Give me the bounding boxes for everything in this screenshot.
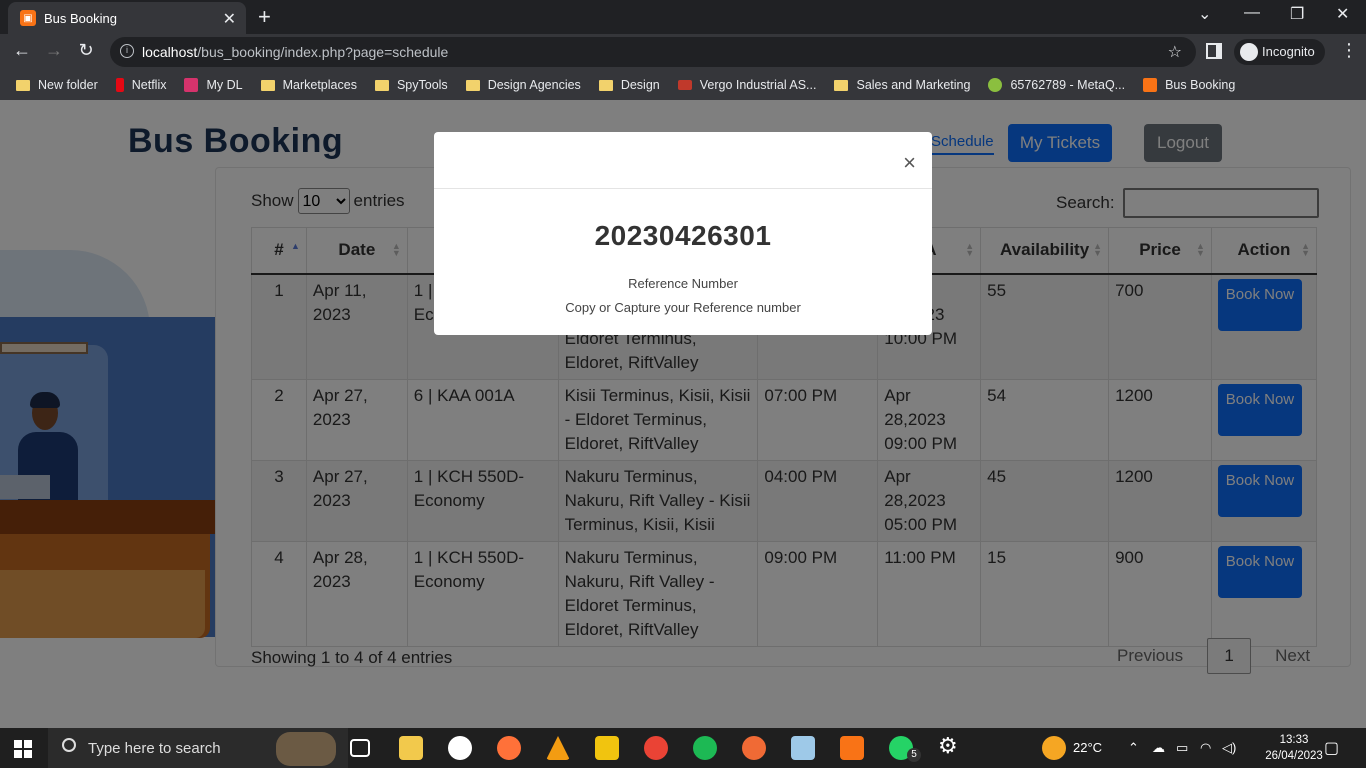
- taskbar-search-placeholder: Type here to search: [88, 739, 221, 757]
- vlc-icon[interactable]: [546, 736, 570, 760]
- incognito-icon: [1240, 43, 1258, 61]
- modal-divider: [434, 188, 932, 189]
- my-dl-icon: [184, 78, 199, 92]
- browser-toolbar: ← → ↻ i localhost/bus_booking/index.php?…: [0, 34, 1366, 70]
- chrome-icon[interactable]: [644, 736, 668, 760]
- bookmark-my-dl[interactable]: My DL: [184, 78, 243, 92]
- netflix-icon: [115, 78, 124, 92]
- media-player-icon[interactable]: [448, 736, 472, 760]
- address-bar[interactable]: i localhost/bus_booking/index.php?page=s…: [110, 37, 1196, 67]
- whatsapp-badge: 5: [907, 748, 921, 762]
- volume-icon[interactable]: ◁): [1222, 740, 1236, 756]
- bookmark-sales-marketing[interactable]: Sales and Marketing: [834, 78, 970, 92]
- clock-date: 26/04/2023: [1265, 750, 1323, 762]
- browser-tab-bar: ▣ Bus Booking ✕ + ⌄ — ❐ ✕: [0, 0, 1366, 34]
- folder-icon: [598, 79, 613, 91]
- folder-icon: [260, 79, 275, 91]
- folder-icon: [16, 79, 30, 91]
- reload-icon[interactable]: ↻: [74, 40, 98, 61]
- task-view-icon[interactable]: [350, 739, 370, 757]
- xampp-icon: [1143, 78, 1158, 92]
- bookmark-bus-booking[interactable]: Bus Booking: [1143, 78, 1235, 92]
- url-path: /bus_booking/index.php?page=schedule: [197, 44, 449, 60]
- tab-search-icon[interactable]: ⌄: [1198, 4, 1211, 24]
- url-host: localhost: [142, 44, 198, 60]
- windows-taskbar: Type here to search 5 ⚙ 22°C ⌃ ☁ ▭ ◠ ◁) …: [0, 728, 1366, 768]
- origin-icon[interactable]: [742, 736, 766, 760]
- back-icon[interactable]: ←: [10, 40, 34, 61]
- restore-icon[interactable]: ❐: [1290, 4, 1304, 24]
- close-icon[interactable]: ×: [903, 150, 916, 176]
- page-content: Bus Booking Schedule My Tickets Logout S…: [0, 100, 1366, 728]
- bookmark-vergo[interactable]: Vergo Industrial AS...: [677, 78, 816, 92]
- xampp-icon: ▣: [20, 10, 36, 26]
- bookmark-marketplaces[interactable]: Marketplaces: [260, 78, 357, 92]
- notepad-icon[interactable]: [791, 736, 815, 760]
- minimize-icon[interactable]: —: [1244, 4, 1260, 22]
- incognito-label: Incognito: [1262, 44, 1315, 59]
- chevron-up-icon[interactable]: ⌃: [1128, 740, 1139, 756]
- onedrive-icon[interactable]: ☁: [1152, 740, 1165, 756]
- search-icon: [62, 738, 76, 752]
- menu-icon[interactable]: ⋮: [1340, 40, 1358, 61]
- notifications-icon[interactable]: ▢: [1324, 738, 1339, 758]
- folder-icon: [374, 79, 389, 91]
- bookmark-star-icon[interactable]: ☆: [1168, 42, 1182, 62]
- close-window-icon[interactable]: ✕: [1336, 4, 1349, 24]
- site-info-icon[interactable]: i: [120, 44, 134, 58]
- reference-help-text: Copy or Capture your Reference number: [565, 300, 801, 315]
- bookmark-new-folder[interactable]: New folder: [16, 78, 98, 92]
- incognito-indicator[interactable]: Incognito: [1234, 39, 1325, 65]
- metaq-icon: [988, 78, 1003, 92]
- reference-modal: × 20230426301 Reference Number Copy or C…: [434, 132, 932, 335]
- folder-icon: [834, 79, 849, 91]
- snip-tool-icon[interactable]: [595, 736, 619, 760]
- settings-icon[interactable]: ⚙: [938, 733, 962, 758]
- bookmarks-bar: New folder Netflix My DL Marketplaces Sp…: [0, 70, 1366, 100]
- reference-label: Reference Number: [628, 276, 738, 291]
- weather-icon[interactable]: [1042, 736, 1066, 760]
- bookmark-design[interactable]: Design: [598, 78, 660, 92]
- bookmark-design-agencies[interactable]: Design Agencies: [465, 78, 581, 92]
- bookmark-metaq[interactable]: 65762789 - MetaQ...: [988, 78, 1125, 92]
- new-tab-icon[interactable]: +: [258, 4, 271, 30]
- vergo-icon: [677, 80, 692, 90]
- clock-time: 13:33: [1279, 734, 1309, 746]
- bookmark-netflix[interactable]: Netflix: [115, 78, 166, 92]
- battery-icon[interactable]: ▭: [1176, 740, 1188, 756]
- system-clock[interactable]: 13:33 26/04/2023: [1262, 732, 1326, 764]
- side-panel-icon[interactable]: [1206, 43, 1222, 59]
- forward-icon[interactable]: →: [42, 40, 66, 61]
- xampp-icon[interactable]: [840, 736, 864, 760]
- bookmark-spytools[interactable]: SpyTools: [374, 78, 448, 92]
- tab-title: Bus Booking: [44, 10, 117, 26]
- reference-number: 20230426301: [594, 220, 772, 251]
- windows-start-icon[interactable]: [14, 740, 32, 758]
- wifi-icon[interactable]: ◠: [1200, 740, 1211, 756]
- firefox-icon[interactable]: [497, 736, 521, 760]
- weather-temp[interactable]: 22°C: [1073, 740, 1102, 755]
- close-tab-icon[interactable]: ✕: [223, 9, 236, 29]
- owls-image: [276, 732, 336, 766]
- file-explorer-icon[interactable]: [399, 736, 423, 760]
- folder-icon: [465, 79, 480, 91]
- spotify-icon[interactable]: [693, 736, 717, 760]
- tab-bus-booking[interactable]: ▣ Bus Booking ✕: [8, 2, 246, 34]
- taskbar-search[interactable]: Type here to search: [48, 728, 348, 768]
